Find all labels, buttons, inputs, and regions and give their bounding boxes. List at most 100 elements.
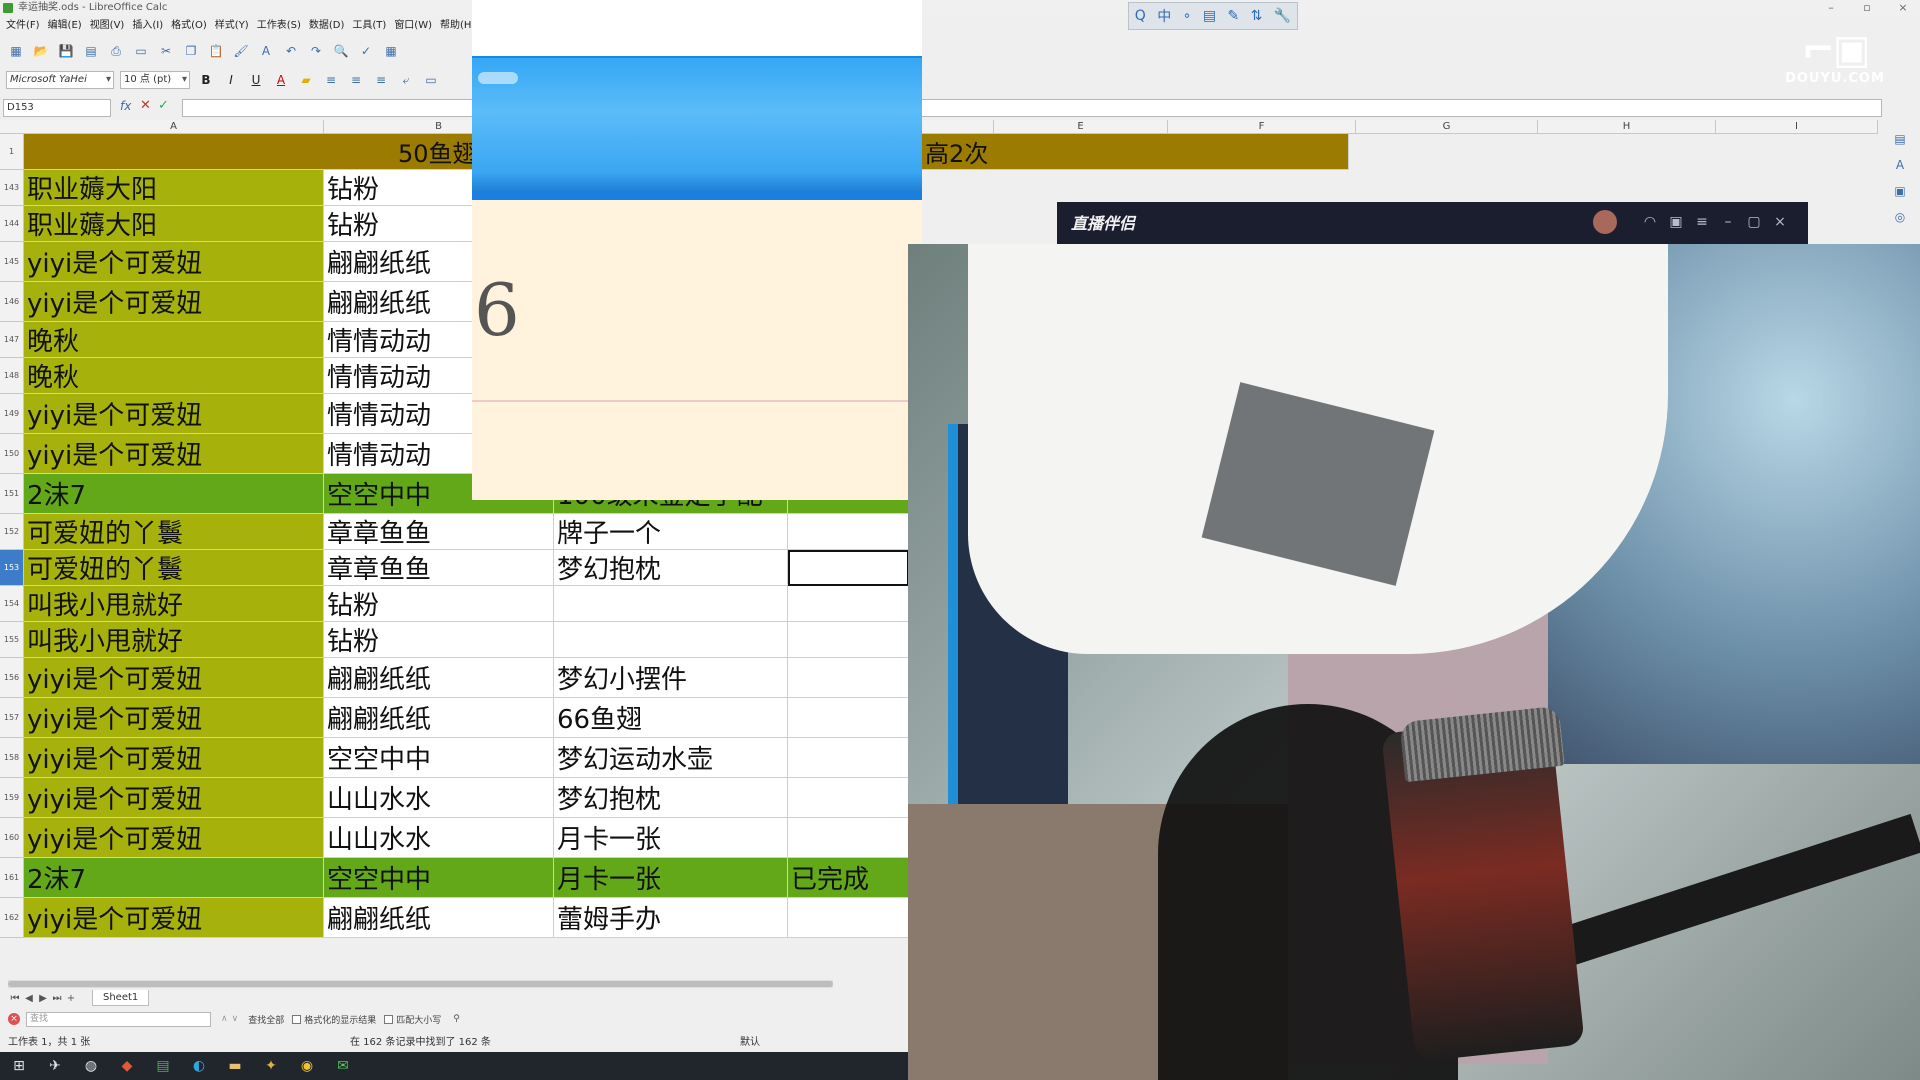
cell-c[interactable]: 梦幻小摆件 [554, 658, 788, 698]
row-header[interactable]: 145 [0, 242, 24, 282]
next-sheet-icon[interactable]: ▶ [36, 993, 50, 1004]
find-replace-dialog-icon[interactable]: ⚲ [453, 1014, 460, 1024]
add-sheet-icon[interactable]: + [64, 993, 78, 1004]
row-header[interactable]: 147 [0, 322, 24, 358]
cell-d[interactable] [788, 586, 909, 622]
companion-maximize-icon[interactable]: ▢ [1743, 211, 1765, 233]
cell-d[interactable] [788, 738, 909, 778]
find-next-icon[interactable]: ∨ [232, 1014, 239, 1024]
row-header[interactable]: 143 [0, 170, 24, 206]
undo-icon[interactable]: ↶ [281, 41, 301, 61]
ime-chinese-mode[interactable]: 中 [1157, 6, 1171, 26]
styles-icon[interactable]: A [1892, 158, 1908, 174]
bold-icon[interactable]: B [196, 70, 216, 90]
accept-icon[interactable]: ✓ [158, 98, 169, 113]
save-icon[interactable]: 💾 [56, 41, 76, 61]
match-case-checkbox[interactable] [384, 1014, 394, 1024]
ime-punctuation-icon[interactable]: ∘ [1183, 8, 1192, 24]
cell-a[interactable]: 可爱妞的丫鬟 [24, 550, 324, 586]
cell-a[interactable]: 晚秋 [24, 358, 324, 394]
cell-b[interactable]: 山山水水 [324, 778, 554, 818]
cell-a[interactable]: yiyi是个可爱妞 [24, 242, 324, 282]
row-header[interactable]: 150 [0, 434, 24, 474]
formatted-checkbox[interactable] [292, 1014, 302, 1024]
menu-help[interactable]: 帮助(H) [440, 17, 475, 35]
menu-sheet[interactable]: 工作表(S) [257, 17, 301, 35]
cell-b[interactable]: 翩翩纸纸 [324, 898, 554, 938]
cell-a[interactable]: 叫我小甩就好 [24, 586, 324, 622]
start-icon[interactable]: ⊞ [8, 1055, 30, 1077]
menu-icon[interactable]: ≡ [1691, 211, 1713, 233]
clone-format-icon[interactable]: 🖌 [231, 41, 251, 61]
row-header[interactable]: 152 [0, 514, 24, 550]
prev-sheet-icon[interactable]: ◀ [22, 993, 36, 1004]
cell-b[interactable]: 山山水水 [324, 818, 554, 858]
cell-c[interactable] [554, 586, 788, 622]
cell-c[interactable]: 梦幻抱枕 [554, 778, 788, 818]
menu-data[interactable]: 数据(D) [309, 17, 345, 35]
row-header[interactable]: 149 [0, 394, 24, 434]
cell-a[interactable]: yiyi是个可爱妞 [24, 778, 324, 818]
function-wizard-icon[interactable]: fx [120, 99, 131, 113]
cell-d[interactable] [788, 550, 909, 586]
row-header[interactable]: 160 [0, 818, 24, 858]
cell-d[interactable] [788, 622, 909, 658]
cell-b[interactable]: 钻粉 [324, 586, 554, 622]
cell-a[interactable]: 可爱妞的丫鬟 [24, 514, 324, 550]
menu-view[interactable]: 视图(V) [90, 17, 125, 35]
chrome-icon[interactable]: ◉ [296, 1055, 318, 1077]
companion-close-icon[interactable]: × [1769, 211, 1791, 233]
find-input[interactable]: 查找 [26, 1011, 211, 1027]
cell-d[interactable]: 已完成 [788, 858, 909, 898]
row-header[interactable]: 146 [0, 282, 24, 322]
menu-format[interactable]: 格式(O) [171, 17, 207, 35]
cell-c[interactable]: 牌子一个 [554, 514, 788, 550]
italic-icon[interactable]: I [221, 70, 241, 90]
properties-icon[interactable]: ▤ [1892, 132, 1908, 148]
menu-edit[interactable]: 编辑(E) [48, 17, 82, 35]
game-icon[interactable]: ✦ [260, 1055, 282, 1077]
cell-d[interactable] [788, 698, 909, 738]
grid-icon[interactable]: ▦ [381, 41, 401, 61]
cell-b[interactable]: 空空中中 [324, 738, 554, 778]
row-header[interactable]: 157 [0, 698, 24, 738]
cell-a[interactable]: 职业薅大阳 [24, 170, 324, 206]
cell-c[interactable]: 蕾姆手办 [554, 898, 788, 938]
paste-icon[interactable]: 📋 [206, 41, 226, 61]
cell-c[interactable]: 梦幻抱枕 [554, 550, 788, 586]
cell-b[interactable]: 章章鱼鱼 [324, 514, 554, 550]
print-icon[interactable]: ⎙ [106, 41, 126, 61]
clear-format-icon[interactable]: A [256, 41, 276, 61]
cell-b[interactable]: 章章鱼鱼 [324, 550, 554, 586]
folder-icon[interactable]: ▬ [224, 1055, 246, 1077]
pin-icon[interactable]: ✈ [44, 1055, 66, 1077]
horizontal-scrollbar[interactable] [8, 980, 833, 988]
cell-a[interactable]: yiyi是个可爱妞 [24, 282, 324, 322]
row-header[interactable]: 158 [0, 738, 24, 778]
cell-b[interactable]: 翩翩纸纸 [324, 698, 554, 738]
menu-window[interactable]: 窗口(W) [394, 17, 432, 35]
row-header[interactable]: 153 [0, 550, 24, 586]
ime-logo-icon[interactable]: Q [1135, 8, 1146, 24]
companion-minimize-icon[interactable]: – [1717, 211, 1739, 233]
cell-c[interactable]: 月卡一张 [554, 818, 788, 858]
column-header-g[interactable]: G [1356, 120, 1538, 134]
header-cell-right[interactable]: 高2次 [909, 134, 1349, 170]
menu-file[interactable]: 文件(F) [6, 17, 40, 35]
row-header[interactable]: 148 [0, 358, 24, 394]
cell-a[interactable]: yiyi是个可爱妞 [24, 818, 324, 858]
row-header[interactable]: 156 [0, 658, 24, 698]
merge-cells-icon[interactable]: ▭ [421, 70, 441, 90]
font-color-icon[interactable]: A [271, 70, 291, 90]
column-header-f[interactable]: F [1168, 120, 1356, 134]
qq-icon[interactable]: ◐ [188, 1055, 210, 1077]
column-header-e[interactable]: E [994, 120, 1168, 134]
navigator-icon[interactable]: ◎ [1892, 210, 1908, 226]
ime-settings-icon[interactable]: 🔧 [1274, 8, 1291, 24]
cell-c[interactable]: 月卡一张 [554, 858, 788, 898]
wrap-text-icon[interactable]: ⤶ [396, 70, 416, 90]
row-header[interactable]: 1 [0, 134, 24, 170]
headset-icon[interactable]: ◠ [1639, 211, 1661, 233]
column-header-i[interactable]: I [1716, 120, 1878, 134]
row-header[interactable]: 144 [0, 206, 24, 242]
